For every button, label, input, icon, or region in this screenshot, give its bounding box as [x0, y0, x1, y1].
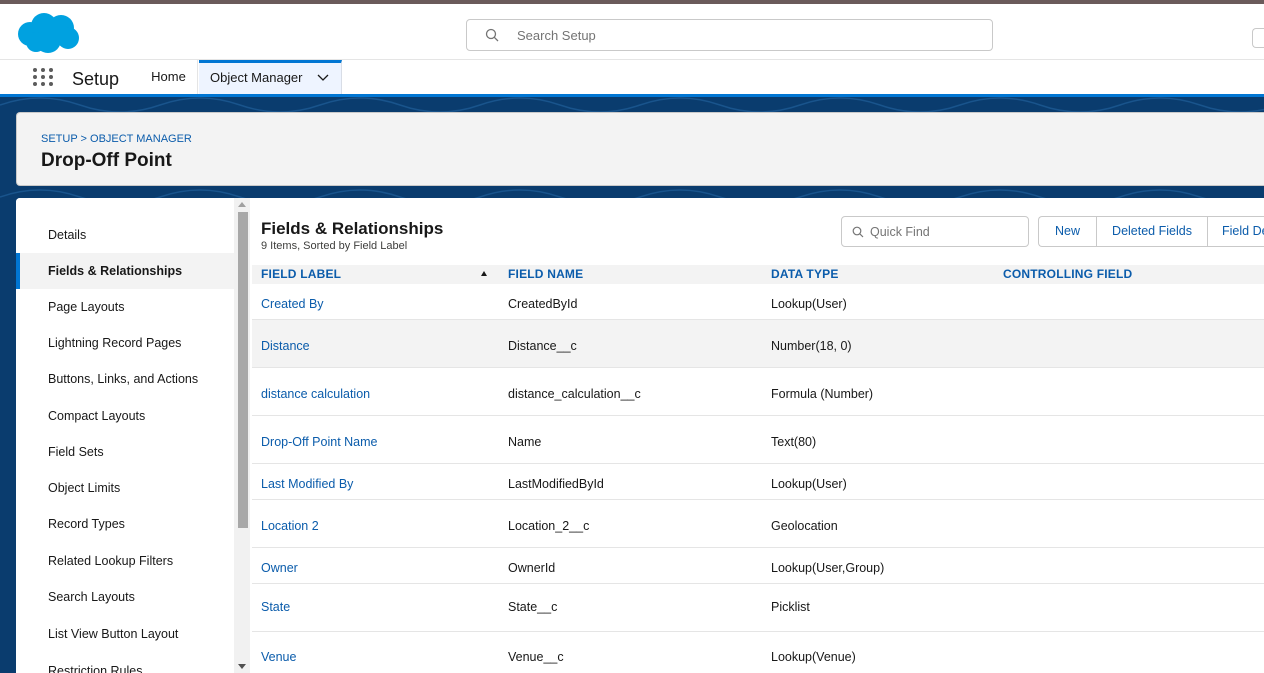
- field-label-link[interactable]: Location 2: [261, 519, 319, 533]
- data-type: Number(18, 0): [771, 339, 852, 353]
- field-label-link[interactable]: distance calculation: [261, 387, 370, 401]
- sidebar-item-related-lookup-filters[interactable]: Related Lookup Filters: [16, 543, 234, 579]
- sidebar-item-fields-relationships[interactable]: Fields & Relationships: [16, 253, 234, 289]
- fields-main-panel: Fields & Relationships 9 Items, Sorted b…: [252, 198, 1264, 673]
- new-button[interactable]: New: [1039, 217, 1097, 246]
- action-button-group: New Deleted Fields Field Dependencies: [1038, 216, 1264, 247]
- column-header-field-name[interactable]: FIELD NAME: [508, 267, 583, 281]
- sidebar-item-list-view-button-layout[interactable]: List View Button Layout: [16, 616, 234, 652]
- sidebar-item-search-layouts[interactable]: Search Layouts: [16, 579, 234, 615]
- field-label-link[interactable]: State: [261, 600, 290, 614]
- column-header-data-type[interactable]: DATA TYPE: [771, 267, 839, 281]
- header-utility-button[interactable]: [1252, 28, 1264, 48]
- table-row: State State__c Picklist: [252, 584, 1264, 632]
- field-label-link[interactable]: Created By: [261, 297, 324, 311]
- global-header: Search Setup: [0, 4, 1264, 60]
- sidebar-item-object-limits[interactable]: Object Limits: [16, 470, 234, 506]
- quick-find-input[interactable]: Quick Find: [841, 216, 1029, 247]
- field-name: CreatedById: [508, 297, 578, 311]
- field-name: LastModifiedById: [508, 477, 604, 491]
- column-header-field-label[interactable]: FIELD LABEL: [261, 267, 341, 281]
- sidebar-item-details[interactable]: Details: [16, 217, 234, 253]
- field-label-link[interactable]: Drop-Off Point Name: [261, 435, 377, 449]
- field-name: Venue__c: [508, 650, 564, 664]
- data-type: Lookup(Venue): [771, 650, 856, 664]
- table-row: Distance Distance__c Number(18, 0): [252, 320, 1264, 368]
- section-subtitle: 9 Items, Sorted by Field Label: [261, 240, 408, 252]
- field-label-link[interactable]: Last Modified By: [261, 477, 353, 491]
- breadcrumb[interactable]: SETUP > OBJECT MANAGER: [41, 133, 192, 145]
- search-setup-box[interactable]: Search Setup: [466, 19, 993, 51]
- app-launcher-icon[interactable]: [33, 68, 55, 88]
- search-icon: [852, 226, 864, 238]
- page-title: Drop-Off Point: [41, 150, 172, 171]
- sort-ascending-icon[interactable]: [481, 271, 487, 276]
- field-name: State__c: [508, 600, 558, 614]
- sidebar-item-lightning-record-pages[interactable]: Lightning Record Pages: [16, 325, 234, 361]
- app-name: Setup: [72, 69, 120, 89]
- salesforce-cloud-logo-icon[interactable]: [16, 12, 80, 54]
- sidebar-item-restriction-rules[interactable]: Restriction Rules: [16, 653, 234, 673]
- table-row: distance calculation distance_calculatio…: [252, 368, 1264, 416]
- scrollbar-thumb[interactable]: [238, 212, 248, 528]
- field-name: Location_2__c: [508, 519, 590, 533]
- table-row: Owner OwnerId Lookup(User,Group): [252, 548, 1264, 584]
- data-type: Picklist: [771, 600, 810, 614]
- table-row: Location 2 Location_2__c Geolocation: [252, 500, 1264, 548]
- table-row: Last Modified By LastModifiedById Lookup…: [252, 464, 1264, 500]
- field-dependencies-button[interactable]: Field Dependencies: [1208, 217, 1264, 246]
- field-label-link[interactable]: Owner: [261, 561, 298, 575]
- scroll-down-arrow-icon[interactable]: [238, 664, 246, 669]
- data-type: Formula (Number): [771, 387, 874, 401]
- field-label-link[interactable]: Distance: [261, 339, 310, 353]
- tab-object-manager[interactable]: Object Manager: [199, 60, 342, 94]
- sidebar-item-record-types[interactable]: Record Types: [16, 506, 234, 542]
- table-row: Drop-Off Point Name Name Text(80): [252, 416, 1264, 464]
- table-row: Venue Venue__c Lookup(Venue): [252, 632, 1264, 673]
- scroll-up-arrow-icon[interactable]: [238, 202, 246, 207]
- tab-object-manager-label: Object Manager: [210, 70, 303, 85]
- sidebar-item-field-sets[interactable]: Field Sets: [16, 434, 234, 470]
- field-name: Distance__c: [508, 339, 577, 353]
- field-name: distance_calculation__c: [508, 387, 641, 401]
- data-type: Geolocation: [771, 519, 838, 533]
- field-name: OwnerId: [508, 561, 556, 575]
- column-header-controlling-field[interactable]: CONTROLLING FIELD: [1003, 267, 1132, 281]
- table-row: Created By CreatedById Lookup(User): [252, 284, 1264, 320]
- search-icon: [485, 28, 499, 42]
- app-navbar: Setup Home Object Manager: [0, 60, 1264, 97]
- data-type: Lookup(User): [771, 297, 847, 311]
- object-sidebar: Details Fields & Relationships Page Layo…: [16, 198, 234, 673]
- quick-find-placeholder: Quick Find: [870, 225, 930, 239]
- sidebar-item-compact-layouts[interactable]: Compact Layouts: [16, 398, 234, 434]
- field-label-link[interactable]: Venue: [261, 650, 296, 664]
- sidebar-scrollbar[interactable]: [234, 198, 250, 673]
- data-type: Lookup(User,Group): [771, 561, 885, 575]
- chevron-down-icon[interactable]: [317, 71, 329, 83]
- section-title: Fields & Relationships: [261, 219, 444, 238]
- data-type: Lookup(User): [771, 477, 847, 491]
- sidebar-item-page-layouts[interactable]: Page Layouts: [16, 289, 234, 325]
- search-placeholder: Search Setup: [517, 28, 596, 43]
- field-name: Name: [508, 435, 542, 449]
- sidebar-item-buttons-links-actions[interactable]: Buttons, Links, and Actions: [16, 361, 234, 397]
- data-type: Text(80): [771, 435, 817, 449]
- table-header: FIELD LABEL FIELD NAME DATA TYPE CONTROL…: [252, 265, 1264, 284]
- deleted-fields-button[interactable]: Deleted Fields: [1097, 217, 1208, 246]
- content-panel: Details Fields & Relationships Page Layo…: [16, 198, 1264, 673]
- tab-home[interactable]: Home: [140, 60, 198, 94]
- object-page-header: SETUP > OBJECT MANAGER Drop-Off Point: [16, 112, 1264, 186]
